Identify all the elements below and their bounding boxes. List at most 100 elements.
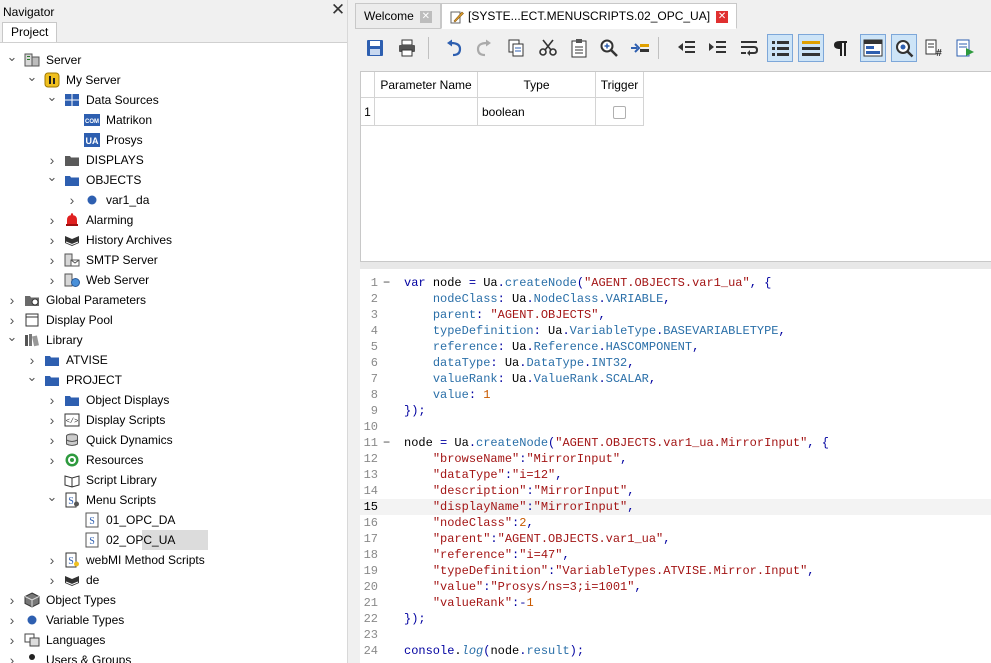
chevron-right-icon[interactable]: › [46,570,58,590]
tab-project[interactable]: Project [2,22,58,42]
column-header-type[interactable]: Type [478,72,596,98]
close-icon[interactable]: ✕ [419,10,432,23]
cut-icon[interactable] [535,34,561,62]
tree-item-02-opc-ua[interactable]: S 02_OPC_UA [85,530,208,550]
chevron-right-icon[interactable]: › [6,590,18,610]
chevron-down-icon[interactable]: ⌄ [26,67,38,87]
tree-item-history-archives[interactable]: › History Archives [0,230,347,250]
tree-item-users-groups[interactable]: › Users & Groups [0,650,347,663]
chevron-down-icon[interactable]: ⌄ [46,167,58,187]
type-cell[interactable]: boolean [478,98,596,126]
undo-icon[interactable] [442,34,468,62]
chevron-right-icon[interactable]: › [46,450,58,470]
tree-item-matrikon[interactable]: COM Matrikon [0,110,347,130]
tree-item-alarming[interactable]: › Alarming [0,210,347,230]
code-line[interactable]: 3 parent: "AGENT.OBJECTS", [360,307,991,323]
code-line[interactable]: 20 "value":"Prosys/ns=3;i=1001", [360,579,991,595]
code-line[interactable]: 13 "dataType":"i=12", [360,467,991,483]
tree-item-quick-dynamics[interactable]: › Quick Dynamics [0,430,347,450]
tree-item-webmi-method-scripts[interactable]: › SwebMI Method Scripts [0,550,347,570]
column-header-trigger[interactable]: Trigger [596,72,644,98]
tree-item-01-opc-da[interactable]: S 01_OPC_DA [0,510,347,530]
close-icon[interactable]: ✕ [716,10,729,23]
tree-item-object-displays[interactable]: › Object Displays [0,390,347,410]
code-line[interactable]: 8 value: 1 [360,387,991,403]
chevron-right-icon[interactable]: › [6,650,18,663]
parameter-name-cell[interactable] [375,98,478,126]
tree-item-variable-types[interactable]: › Variable Types [0,610,347,630]
chevron-right-icon[interactable]: › [46,430,58,450]
code-line[interactable]: 2 nodeClass: Ua.NodeClass.VARIABLE, [360,291,991,307]
tree-item-objects[interactable]: ⌄ OBJECTS [0,167,347,190]
chevron-right-icon[interactable]: › [46,550,58,570]
code-line[interactable]: 11− node = Ua.createNode("AGENT.OBJECTS.v… [360,435,991,451]
find-icon[interactable] [596,34,622,62]
paste-icon[interactable] [566,34,592,62]
code-line[interactable]: 22}); [360,611,991,627]
wrap-icon[interactable] [736,34,762,62]
tree-item-project[interactable]: ⌄ PROJECT [0,367,347,390]
chevron-right-icon[interactable]: › [46,230,58,250]
tree-item-data-sources[interactable]: ⌄ Data Sources [0,87,347,110]
copy-icon[interactable] [503,34,529,62]
tree-item-var1-da[interactable]: › var1_da [0,190,347,210]
redo-icon[interactable] [470,34,496,62]
panel-splitter[interactable] [347,0,354,663]
trigger-cell[interactable] [596,98,644,126]
tab-02-opc-ua[interactable]: [SYSTE...ECT.MENUSCRIPTS.02_OPC_UA] ✕ [441,3,738,29]
code-line[interactable]: 24 console.log(node.result); [360,643,991,659]
chevron-down-icon[interactable]: ⌄ [6,327,18,347]
print-icon[interactable] [394,34,420,62]
chevron-right-icon[interactable]: › [6,630,18,650]
code-line[interactable]: 19 "typeDefinition":"VariableTypes.ATVIS… [360,563,991,579]
code-line[interactable]: 18 "reference":"i=47", [360,547,991,563]
code-line[interactable]: 5 reference: Ua.Reference.HASCOMPONENT, [360,339,991,355]
chevron-right-icon[interactable]: › [46,210,58,230]
fold-toggle-icon[interactable]: − [383,275,390,291]
code-line[interactable]: 6 dataType: Ua.DataType.INT32, [360,355,991,371]
chevron-right-icon[interactable]: › [6,290,18,310]
code-line[interactable]: 1− var node = Ua.createNode("AGENT.OBJECT… [360,275,991,291]
tree-item-atvise[interactable]: › ATVISE [0,350,347,370]
chevron-down-icon[interactable]: ⌄ [46,87,58,107]
code-line[interactable]: 9}); [360,403,991,419]
chevron-right-icon[interactable]: › [46,410,58,430]
chevron-right-icon[interactable]: › [6,610,18,630]
tree-item-menu-scripts[interactable]: ⌄ S Menu Scripts [0,487,347,510]
code-line[interactable]: 23 [360,627,991,643]
script-hash-icon[interactable]: # [921,34,947,62]
code-line[interactable]: 14 "description":"MirrorInput", [360,483,991,499]
tree-item-library[interactable]: ⌄ Library [0,327,347,350]
layout-icon[interactable] [860,34,886,62]
tab-welcome[interactable]: Welcome ✕ [355,3,441,29]
code-line[interactable]: 7 valueRank: Ua.ValueRank.SCALAR, [360,371,991,387]
code-line[interactable]: 12 "browseName":"MirrorInput", [360,451,991,467]
tree-item-languages[interactable]: › Languages [0,630,347,650]
tree-item-global-parameters[interactable]: › Global Parameters [0,290,347,310]
tree-item-web-server[interactable]: › Web Server [0,270,347,290]
indent-right-icon[interactable] [704,34,730,62]
chevron-down-icon[interactable]: ⌄ [46,487,58,507]
chevron-right-icon[interactable]: › [46,390,58,410]
chevron-right-icon[interactable]: › [66,190,78,210]
chevron-down-icon[interactable]: ⌄ [26,367,38,387]
code-line[interactable]: 15 "displayName":"MirrorInput", [360,499,991,515]
tree-item-prosys[interactable]: UA Prosys [0,130,347,150]
chevron-down-icon[interactable]: ⌄ [6,47,18,67]
zoom-icon[interactable] [891,34,917,62]
tree-item-object-types[interactable]: › Object Types [0,590,347,610]
trigger-checkbox[interactable] [613,106,626,119]
code-line[interactable]: 16 "nodeClass":2, [360,515,991,531]
splitter-bar[interactable] [360,262,991,269]
save-icon[interactable] [362,34,388,62]
run-script-icon[interactable] [952,34,978,62]
tree-item-de[interactable]: › de [0,570,347,590]
tree-item-server[interactable]: ⌄ Server [0,47,347,70]
code-line[interactable]: 10 [360,419,991,435]
indent-left-icon[interactable] [673,34,699,62]
tree-item-display-pool[interactable]: › Display Pool [0,310,347,330]
chevron-right-icon[interactable]: › [46,270,58,290]
tree-item-resources[interactable]: › Resources [0,450,347,470]
list-highlight-icon[interactable] [798,34,824,62]
chevron-right-icon[interactable]: › [46,250,58,270]
